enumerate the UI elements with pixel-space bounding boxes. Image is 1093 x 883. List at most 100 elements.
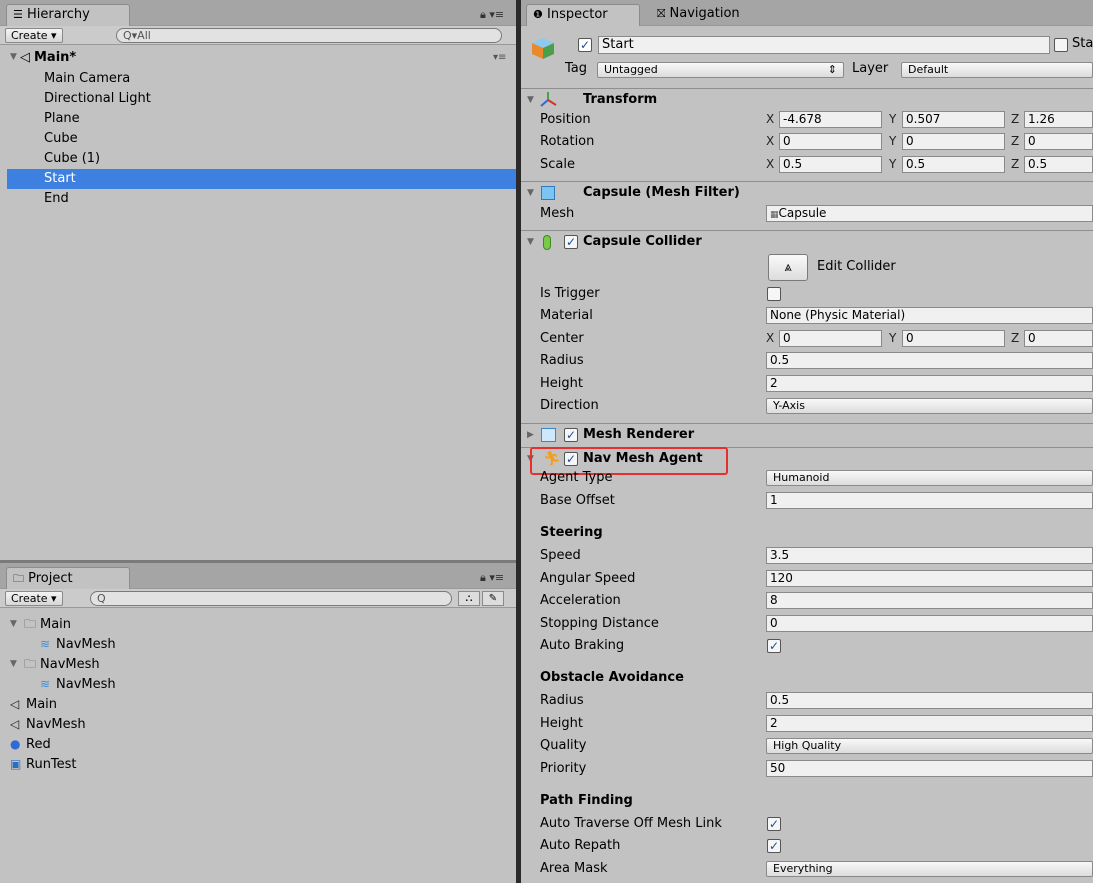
stopping-distance-field[interactable]: 0: [766, 615, 1093, 632]
hierarchy-item-label: Cube: [44, 131, 78, 146]
material-field[interactable]: None (Physic Material): [766, 307, 1093, 324]
layer-dropdown[interactable]: Default: [901, 62, 1093, 78]
project-item[interactable]: ◁ NavMesh: [0, 715, 516, 735]
project-item[interactable]: ▼ 🗀︎ NavMesh: [0, 655, 516, 675]
hierarchy-item[interactable]: Main Camera: [0, 69, 516, 89]
project-item[interactable]: ● Red: [0, 735, 516, 755]
filter-by-type-icon[interactable]: ⛬: [458, 591, 480, 606]
hierarchy-item[interactable]: Plane: [0, 109, 516, 129]
auto-traverse-checkbox[interactable]: ✓: [767, 817, 781, 831]
axis-label-z: Z: [1011, 134, 1020, 148]
project-create-button[interactable]: Create ▾: [5, 591, 63, 606]
project-item[interactable]: ▼ 🗀︎ Main: [0, 615, 516, 635]
mesh-renderer-header[interactable]: ▶ ✓ Mesh Renderer: [521, 423, 1093, 445]
fold-arrow-icon[interactable]: ▼: [527, 231, 534, 253]
tag-dropdown[interactable]: Untagged ⇕: [597, 62, 844, 78]
horizontal-splitter[interactable]: [0, 560, 516, 563]
tab-hierarchy[interactable]: ☰ Hierarchy: [6, 4, 130, 26]
auto-repath-checkbox[interactable]: ✓: [767, 839, 781, 853]
oa-radius-field[interactable]: 0.5: [766, 692, 1093, 709]
fold-arrow-icon[interactable]: ▼: [527, 182, 534, 204]
scene-menu-icon[interactable]: ▾≡: [493, 48, 506, 67]
priority-field[interactable]: 50: [766, 760, 1093, 777]
capsule-collider-enabled-checkbox[interactable]: ✓: [564, 235, 578, 249]
folder-icon: 🗀︎: [24, 617, 37, 631]
fold-arrow-icon[interactable]: ▼: [10, 655, 17, 674]
scale-y-field[interactable]: 0.5: [902, 156, 1005, 173]
edit-collider-label: Edit Collider: [817, 259, 896, 274]
mesh-renderer-enabled-checkbox[interactable]: ✓: [564, 428, 578, 442]
steering-title: Steering: [540, 525, 603, 540]
direction-dropdown[interactable]: Y-Axis: [766, 398, 1093, 414]
vertical-splitter[interactable]: [516, 0, 521, 883]
agent-type-dropdown[interactable]: Humanoid: [766, 470, 1093, 486]
agent-type-label: Agent Type: [540, 470, 613, 485]
tab-project-label: Project: [28, 571, 73, 586]
position-z-field[interactable]: 1.26: [1024, 111, 1093, 128]
project-item-label: NavMesh: [56, 677, 116, 692]
tab-inspector[interactable]: ❶ Inspector: [526, 4, 640, 26]
project-item-label: NavMesh: [40, 657, 100, 672]
auto-braking-checkbox[interactable]: ✓: [767, 639, 781, 653]
hierarchy-item[interactable]: Cube (1): [0, 149, 516, 169]
project-item[interactable]: ◁ Main: [0, 695, 516, 715]
lock-icon[interactable]: 🔒︎ ▾≡: [480, 8, 504, 22]
center-y-field[interactable]: 0: [902, 330, 1005, 347]
fold-arrow-icon[interactable]: ▼: [10, 615, 17, 634]
hierarchy-item-label: Plane: [44, 111, 80, 126]
project-item[interactable]: ▣ RunTest: [0, 755, 516, 775]
updown-icon: ⇕: [827, 63, 837, 76]
object-name-field[interactable]: Start: [598, 36, 1050, 54]
hierarchy-tabbar: ☰ Hierarchy 🔒︎ ▾≡: [0, 0, 516, 26]
quality-dropdown[interactable]: High Quality: [766, 738, 1093, 754]
static-checkbox[interactable]: [1054, 38, 1068, 52]
filter-by-label-icon[interactable]: ✎: [482, 591, 504, 606]
scene-row[interactable]: ▼ ◁ Main* ▾≡: [0, 48, 516, 68]
angular-speed-field[interactable]: 120: [766, 570, 1093, 587]
hierarchy-item[interactable]: Cube: [0, 129, 516, 149]
hierarchy-create-button[interactable]: Create ▾: [5, 28, 63, 43]
fold-arrow-collapsed-icon[interactable]: ▶: [527, 424, 534, 446]
project-search-input[interactable]: Q: [90, 591, 452, 606]
hierarchy-item-selected[interactable]: Start: [7, 169, 516, 189]
tab-project[interactable]: 🗀︎ Project: [6, 567, 130, 589]
center-x-field[interactable]: 0: [779, 330, 882, 347]
position-y-field[interactable]: 0.507: [902, 111, 1005, 128]
project-item[interactable]: ≋ NavMesh: [0, 635, 516, 655]
mesh-field[interactable]: ▦Capsule: [766, 205, 1093, 222]
rotation-x-field[interactable]: 0: [779, 133, 882, 150]
scale-z-field[interactable]: 0.5: [1024, 156, 1093, 173]
edit-collider-button[interactable]: ⩓: [768, 254, 808, 281]
area-mask-dropdown[interactable]: Everything: [766, 861, 1093, 877]
fold-arrow-icon[interactable]: ▼: [527, 89, 534, 111]
height-field[interactable]: 2: [766, 375, 1093, 392]
hierarchy-search-input[interactable]: Q▾All: [116, 28, 502, 43]
hierarchy-item[interactable]: End: [0, 189, 516, 209]
position-x-field[interactable]: -4.678: [779, 111, 882, 128]
capsule-collider-header[interactable]: ▼ ✓ Capsule Collider: [521, 230, 1093, 252]
active-checkbox[interactable]: ✓: [578, 38, 592, 52]
scale-x-field[interactable]: 0.5: [779, 156, 882, 173]
fold-arrow-icon[interactable]: ▼: [10, 48, 17, 67]
hierarchy-item[interactable]: Directional Light: [0, 89, 516, 109]
acceleration-field[interactable]: 8: [766, 592, 1093, 609]
mesh-filter-header[interactable]: ▼ Capsule (Mesh Filter): [521, 181, 1093, 203]
speed-field[interactable]: 3.5: [766, 547, 1093, 564]
lock-icon[interactable]: 🔒︎ ▾≡: [480, 571, 504, 585]
quality-label: Quality: [540, 738, 587, 753]
layer-label: Layer: [852, 61, 889, 76]
project-item[interactable]: ≋ NavMesh: [0, 675, 516, 695]
tab-navigation[interactable]: ⛝ Navigation: [651, 4, 748, 26]
oa-height-field[interactable]: 2: [766, 715, 1093, 732]
transform-header[interactable]: ▼ Transform: [521, 88, 1093, 110]
center-z-field[interactable]: 0: [1024, 330, 1093, 347]
project-tabbar: 🗀︎ Project 🔒︎ ▾≡: [0, 563, 516, 589]
base-offset-field[interactable]: 1: [766, 492, 1093, 509]
scale-label: Scale: [540, 157, 575, 172]
radius-field[interactable]: 0.5: [766, 352, 1093, 369]
is-trigger-checkbox[interactable]: [767, 287, 781, 301]
acceleration-label: Acceleration: [540, 593, 621, 608]
rotation-z-field[interactable]: 0: [1024, 133, 1093, 150]
base-offset-label: Base Offset: [540, 493, 615, 508]
rotation-y-field[interactable]: 0: [902, 133, 1005, 150]
